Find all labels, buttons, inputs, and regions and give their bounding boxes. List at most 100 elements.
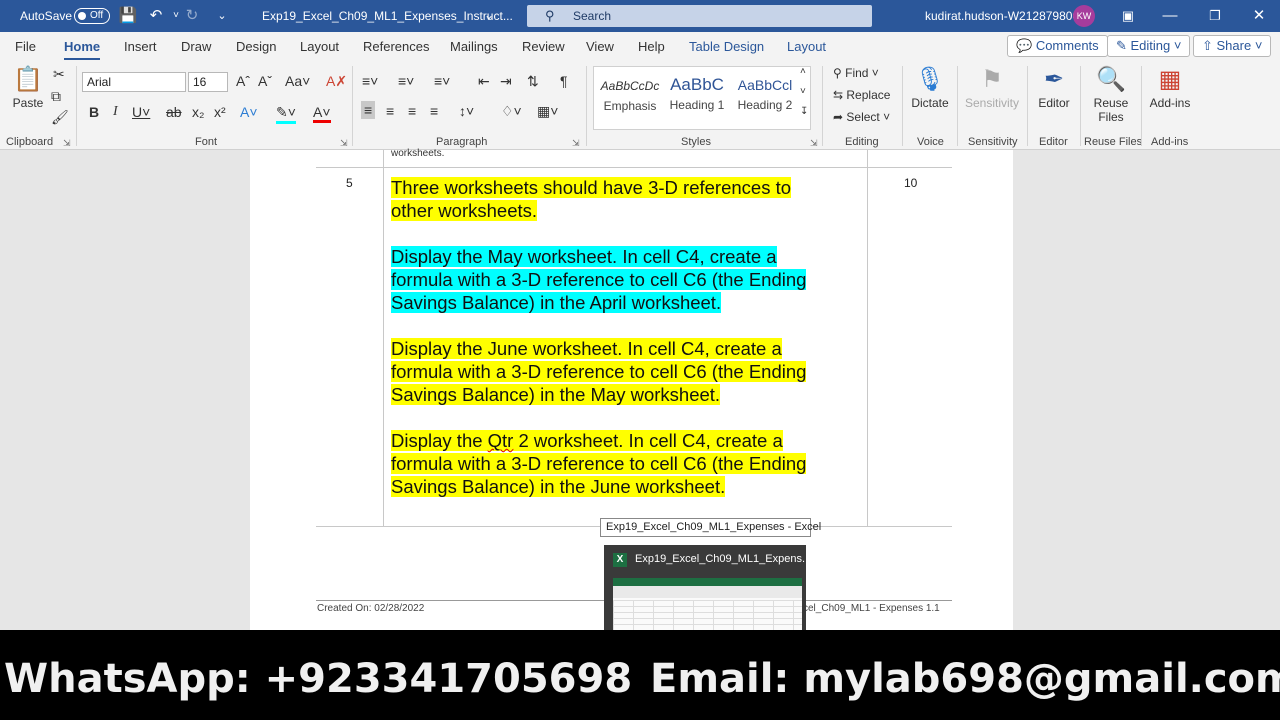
style-heading-2[interactable]: AaBbCcl Heading 2 — [732, 71, 798, 112]
bold-icon[interactable]: B — [89, 104, 99, 120]
instruction-paragraph[interactable]: Display the May worksheet. In cell C4, c… — [391, 245, 831, 314]
align-left-icon[interactable]: ≡ — [361, 101, 376, 119]
tooltip-text: Exp19_Excel_Ch09_ML1_Expenses - Excel — [606, 521, 822, 533]
decrease-indent-icon[interactable]: ⇤ — [478, 73, 490, 90]
tab-file[interactable]: File — [15, 39, 36, 54]
strikethrough-icon[interactable]: ab — [166, 104, 182, 120]
select-button[interactable]: ➦ Select ˅ — [833, 110, 890, 124]
borders-icon[interactable]: ▦˅ — [537, 103, 558, 120]
justify-icon[interactable]: ≡ — [430, 103, 438, 119]
instruction-paragraph[interactable]: Display the June worksheet. In cell C4, … — [391, 337, 831, 406]
subscript-icon[interactable]: x₂ — [192, 104, 204, 120]
font-size-box[interactable]: 16 — [188, 72, 228, 92]
tab-design[interactable]: Design — [236, 39, 276, 54]
clear-formatting-icon[interactable]: A✗ — [326, 73, 347, 90]
show-marks-icon[interactable]: ¶ — [560, 73, 568, 89]
editing-mode-button[interactable]: ✎ Editing ˅ — [1107, 35, 1191, 57]
spelling-flagged-word[interactable]: Qtr — [488, 430, 514, 451]
line-spacing-icon[interactable]: ↕˅ — [459, 103, 474, 119]
tab-table-layout[interactable]: Layout — [787, 39, 826, 54]
reuse-files-button[interactable]: 🔍 Reuse Files — [1087, 66, 1135, 124]
close-icon[interactable]: ✕ — [1249, 6, 1269, 26]
style-heading-1[interactable]: AaBbC Heading 1 — [664, 71, 730, 112]
undo-icon[interactable]: ↶ — [146, 6, 166, 26]
reuse-label-2: Files — [1098, 110, 1124, 124]
minimize-icon[interactable]: — — [1160, 6, 1180, 26]
reuse-files-icon: 🔍 — [1096, 66, 1126, 93]
document-title[interactable]: Exp19_Excel_Ch09_ML1_Expenses_Instruct..… — [262, 9, 513, 23]
tab-help[interactable]: Help — [638, 39, 665, 54]
format-painter-icon[interactable]: 🖌 — [51, 109, 69, 126]
clipboard-launcher-icon[interactable]: ⇲ — [63, 138, 71, 149]
share-button[interactable]: ⇧ Share ˅ — [1193, 35, 1272, 57]
instruction-paragraph[interactable]: Three worksheets should have 3-D referen… — [391, 176, 831, 222]
title-chevron-icon[interactable]: ⌄ — [484, 8, 494, 22]
shrink-font-icon[interactable]: Aˇ — [258, 73, 272, 89]
editing-group-label: Editing — [845, 136, 879, 148]
numbering-icon[interactable]: ≡˅ — [398, 73, 414, 89]
sort-icon[interactable]: ⇅ — [527, 73, 539, 90]
tab-mailings[interactable]: Mailings — [450, 39, 498, 54]
group-divider — [1080, 66, 1081, 146]
text-effects-icon[interactable]: A˅ — [240, 104, 258, 120]
styles-more-icon[interactable]: ↧ — [800, 106, 808, 117]
cut-icon[interactable]: ✂ — [53, 66, 65, 83]
tab-view[interactable]: View — [586, 39, 614, 54]
customize-toolbar-icon[interactable]: ⌄ — [212, 6, 232, 26]
sensitivity-button[interactable]: ⚑ Sensitivity — [962, 66, 1022, 110]
tab-references[interactable]: References — [363, 39, 429, 54]
comments-button[interactable]: 💬 Comments — [1007, 35, 1108, 57]
bullets-icon[interactable]: ≡˅ — [362, 73, 378, 89]
font-color-icon[interactable]: A˅ — [313, 104, 331, 123]
font-launcher-icon[interactable]: ⇲ — [340, 138, 348, 149]
excel-window-thumbnail[interactable]: X Exp19_Excel_Ch09_ML1_Expens... — [604, 545, 811, 640]
tab-home[interactable]: Home — [64, 39, 101, 61]
styles-launcher-icon[interactable]: ⇲ — [810, 138, 818, 149]
tab-draw[interactable]: Draw — [181, 39, 211, 54]
dictate-button[interactable]: 🎙 Dictate — [908, 66, 952, 110]
user-name[interactable]: kudirat.hudson-W212879806 — [925, 9, 1079, 23]
group-divider — [957, 66, 958, 146]
whatsapp-text: WhatsApp: +923341705698 — [4, 656, 633, 702]
add-ins-button[interactable]: ▦ Add-ins — [1147, 66, 1193, 110]
avatar[interactable]: KW — [1073, 5, 1095, 27]
style-preview: AaBbC — [670, 75, 724, 94]
search-box[interactable]: ⚲ Search — [527, 5, 872, 27]
tab-layout[interactable]: Layout — [300, 39, 339, 54]
style-emphasis[interactable]: AaBbCcDc Emphasis — [598, 71, 662, 113]
font-name-box[interactable]: Arial — [82, 72, 186, 92]
redo-icon[interactable]: ↻ — [182, 6, 202, 26]
search-placeholder: Search — [573, 9, 612, 23]
increase-indent-icon[interactable]: ⇥ — [500, 73, 512, 90]
thumbnail-title: Exp19_Excel_Ch09_ML1_Expens... — [635, 553, 812, 565]
tab-insert[interactable]: Insert — [124, 39, 157, 54]
highlight-color-icon[interactable]: ✎˅ — [276, 104, 296, 124]
tab-review[interactable]: Review — [522, 39, 565, 54]
align-center-icon[interactable]: ≡ — [386, 103, 394, 119]
selected-highlighted-text: Display the May worksheet. In cell C4, c… — [391, 246, 807, 313]
editor-button[interactable]: ✒ Editor — [1034, 66, 1074, 110]
grow-font-icon[interactable]: Aˆ — [236, 73, 250, 89]
italic-icon[interactable]: I — [113, 104, 118, 120]
restore-icon[interactable]: ❐ — [1205, 6, 1225, 26]
styles-scroll-up-icon[interactable]: ˄ — [800, 66, 806, 77]
paste-button[interactable]: 📋 Paste — [10, 66, 46, 110]
tab-table-design[interactable]: Table Design — [689, 39, 764, 54]
styles-scroll-down-icon[interactable]: ˅ — [800, 86, 806, 97]
save-icon[interactable]: 💾 — [118, 6, 138, 26]
replace-button[interactable]: ⇆ Replace — [833, 88, 890, 102]
shading-icon[interactable]: ♢˅ — [501, 103, 522, 120]
paste-label: Paste — [12, 96, 44, 110]
ribbon-display-icon[interactable]: ▣ — [1118, 6, 1138, 26]
autosave-toggle[interactable]: Off — [74, 8, 110, 24]
instruction-paragraph[interactable]: Display the Qtr 2 worksheet. In cell C4,… — [391, 429, 831, 498]
paragraph-launcher-icon[interactable]: ⇲ — [572, 138, 580, 149]
align-right-icon[interactable]: ≡ — [408, 103, 416, 119]
change-case-icon[interactable]: Aa˅ — [285, 73, 310, 89]
superscript-icon[interactable]: x² — [214, 104, 226, 120]
find-button[interactable]: ⚲ Find ˅ — [833, 66, 879, 80]
sensitivity-icon: ⚑ — [981, 66, 1003, 93]
multilevel-list-icon[interactable]: ≡˅ — [434, 73, 450, 89]
underline-icon[interactable]: U˅ — [132, 104, 150, 120]
copy-icon[interactable]: ⧉ — [51, 88, 61, 105]
